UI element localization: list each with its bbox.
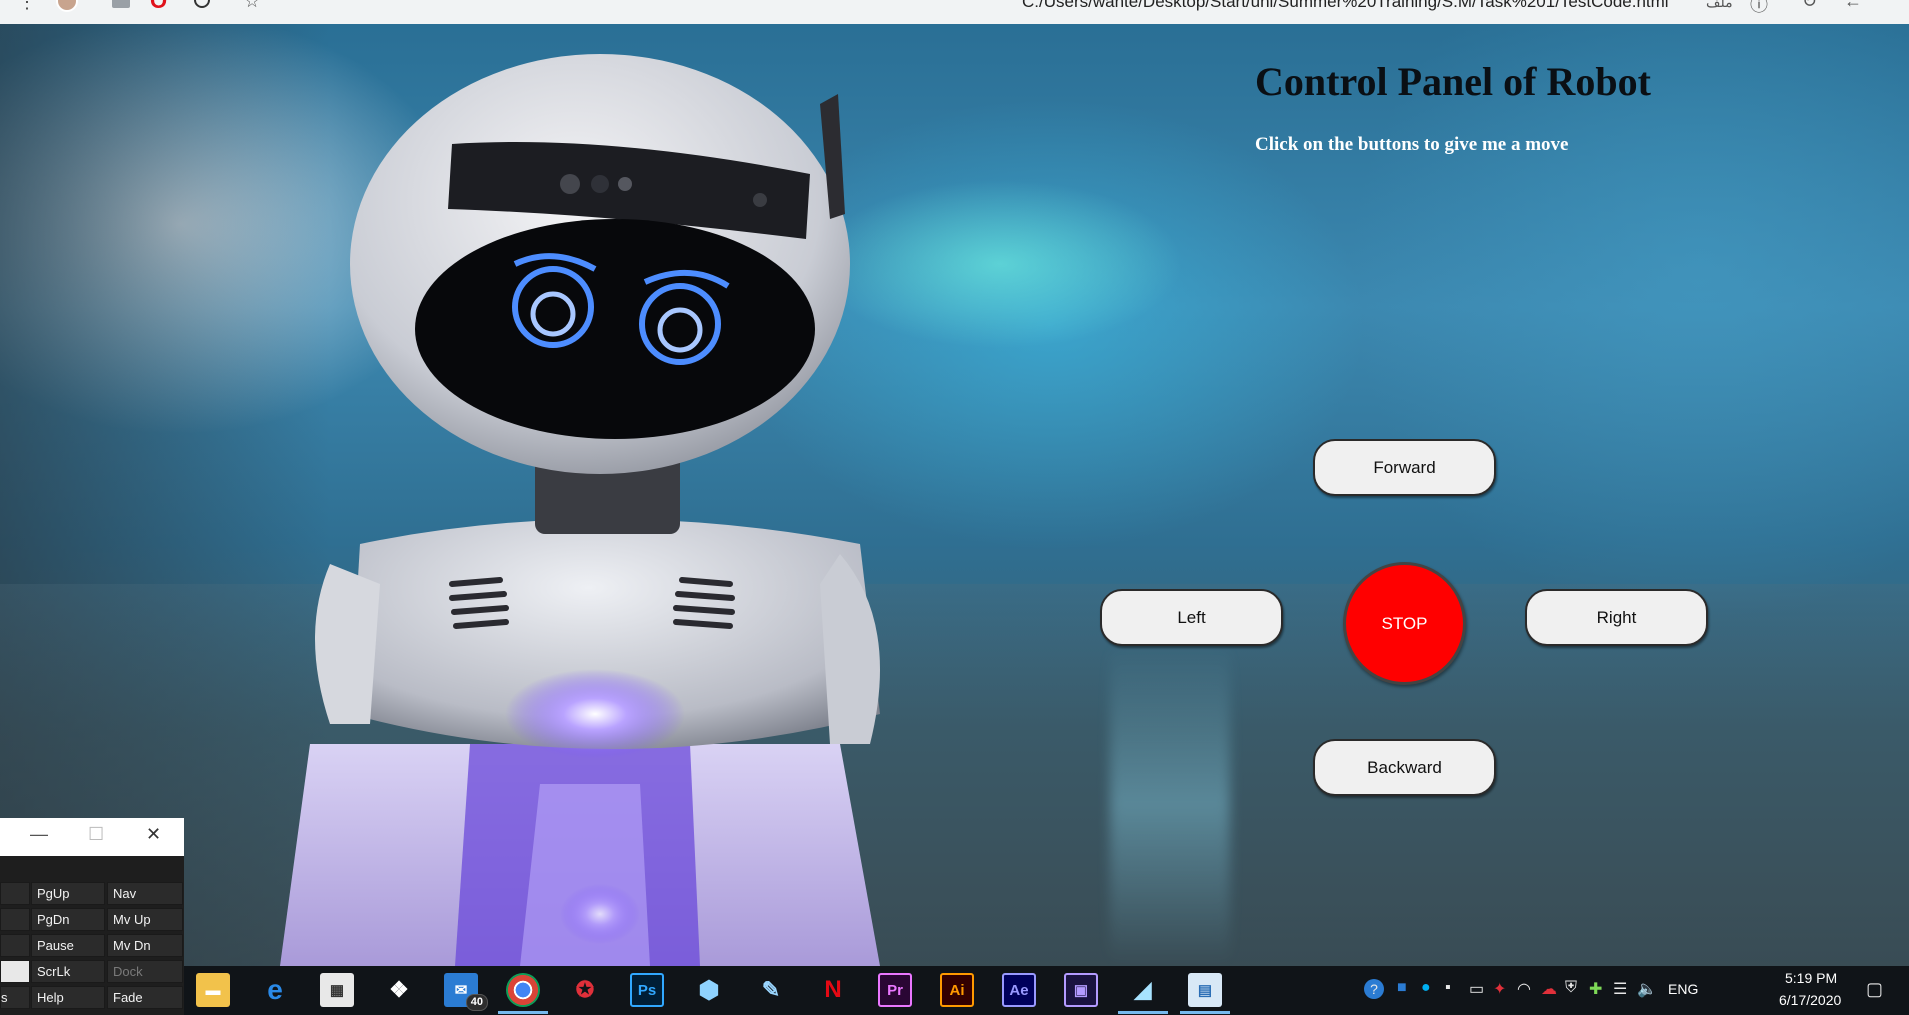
dropbox-icon[interactable]: ❖ <box>382 973 416 1007</box>
premiere-icon[interactable]: Pr <box>878 973 912 1007</box>
app-tray-icon[interactable]: ✦ <box>1493 979 1506 999</box>
extension-icon[interactable] <box>112 0 130 8</box>
keyboard-titlebar: — ☐ ✕ <box>0 818 184 856</box>
chrome-icon[interactable] <box>498 973 548 1014</box>
action-center-icon[interactable]: ▢ <box>1866 979 1883 1000</box>
star-icon[interactable]: ☆ <box>244 0 262 11</box>
photoshop-icon[interactable]: Ps <box>630 973 664 1007</box>
keyboard-key[interactable] <box>0 934 30 957</box>
store-icon[interactable]: ▦ <box>320 973 354 1007</box>
keyboard-key[interactable] <box>0 908 30 931</box>
key-pgup[interactable]: PgUp <box>31 882 105 905</box>
right-button[interactable]: Right <box>1525 589 1708 646</box>
notification-icon[interactable]: ☰ <box>1613 979 1627 999</box>
paint-icon[interactable]: ✎ <box>754 973 788 1007</box>
media-encoder-icon[interactable]: ▣ <box>1064 973 1098 1007</box>
key-nav[interactable]: Nav <box>107 882 183 905</box>
info-icon[interactable]: ⓘ <box>1750 0 1768 17</box>
illustrator-icon[interactable]: Ai <box>940 973 974 1007</box>
mail-icon[interactable]: ✉ 40 <box>444 973 488 1011</box>
floor-reflection <box>1110 644 1230 964</box>
help-icon[interactable]: ? <box>1364 979 1384 999</box>
key-dock[interactable]: Dock <box>107 960 183 983</box>
left-button[interactable]: Left <box>1100 589 1283 646</box>
language-indicator[interactable]: ENG <box>1668 981 1698 997</box>
key-pgdn[interactable]: PgDn <box>31 908 105 931</box>
close-icon[interactable]: ✕ <box>146 824 161 845</box>
forward-button[interactable]: Forward <box>1313 439 1496 496</box>
stop-button[interactable]: STOP <box>1343 562 1466 685</box>
address-bar[interactable]: C:/Users/wahte/Desktop/Start/uni/Summer%… <box>1022 0 1669 12</box>
keyboard-key[interactable] <box>0 960 30 983</box>
backward-button[interactable]: Backward <box>1313 739 1496 796</box>
extension-icon[interactable] <box>194 0 210 8</box>
taskbar: ▬ e ▦ ❖ ✉ 40 ✪ Ps ⬢ ✎ N Pr Ai Ae ▣ ◢ ▤ ? … <box>184 966 1909 1015</box>
browser-toolbar: ⋮ O ☆ C:/Users/wahte/Desktop/Start/uni/S… <box>0 0 1909 25</box>
zoom-icon[interactable]: ■ <box>1397 979 1407 997</box>
keyboard-key[interactable] <box>0 882 30 905</box>
skype-icon[interactable]: ● <box>1421 979 1431 997</box>
opera-icon[interactable]: O <box>150 0 168 13</box>
edge-icon[interactable]: e <box>258 973 292 1007</box>
key-help[interactable]: Help <box>31 986 105 1009</box>
page-title: Control Panel of Robot <box>1255 59 1651 104</box>
network-device-icon[interactable]: ▪ <box>1445 979 1451 997</box>
battery-icon[interactable]: ▭ <box>1469 979 1484 999</box>
after-effects-icon[interactable]: Ae <box>1002 973 1036 1007</box>
security-icon[interactable]: ⛨ <box>1565 979 1577 997</box>
clock-date[interactable]: 6/17/2020 <box>1779 992 1841 1008</box>
on-screen-keyboard: — ☐ ✕ s PgUp PgDn Pause ScrLk Help Nav M… <box>0 818 184 1015</box>
sync-icon[interactable]: ☁ <box>1541 979 1557 999</box>
mail-badge: 40 <box>465 994 488 1011</box>
remote-desktop-icon[interactable]: ▤ <box>1180 973 1230 1014</box>
key-mv-up[interactable]: Mv Up <box>107 908 183 931</box>
address-tag: ملف <box>1706 0 1733 10</box>
reload-icon[interactable]: ↻ <box>1802 0 1817 12</box>
wifi-icon[interactable]: ◠ <box>1517 979 1531 999</box>
maximize-icon[interactable]: ☐ <box>88 824 104 845</box>
minimize-icon[interactable]: — <box>30 824 48 845</box>
menu-icon[interactable]: ⋮ <box>18 0 36 12</box>
clock-time[interactable]: 5:19 PM <box>1785 970 1837 986</box>
volume-icon[interactable]: 🔈 <box>1637 979 1657 999</box>
keyboard-key[interactable]: s <box>0 986 30 1009</box>
cube-app-icon[interactable]: ⬢ <box>692 973 726 1007</box>
shield-app-icon[interactable]: ✪ <box>568 973 602 1007</box>
file-explorer-icon[interactable]: ▬ <box>196 973 230 1007</box>
page-subtitle: Click on the buttons to give me a move <box>1255 134 1569 155</box>
key-mv-dn[interactable]: Mv Dn <box>107 934 183 957</box>
key-fade[interactable]: Fade <box>107 986 183 1009</box>
robot-background-photo <box>0 24 1909 966</box>
key-pause[interactable]: Pause <box>31 934 105 957</box>
notes-app-icon[interactable]: ◢ <box>1118 973 1168 1014</box>
back-icon[interactable]: ← <box>1844 0 1862 12</box>
key-scrlk[interactable]: ScrLk <box>31 960 105 983</box>
netflix-icon[interactable]: N <box>816 973 850 1007</box>
avatar[interactable] <box>56 0 78 12</box>
guard-icon[interactable]: ✚ <box>1589 979 1602 999</box>
